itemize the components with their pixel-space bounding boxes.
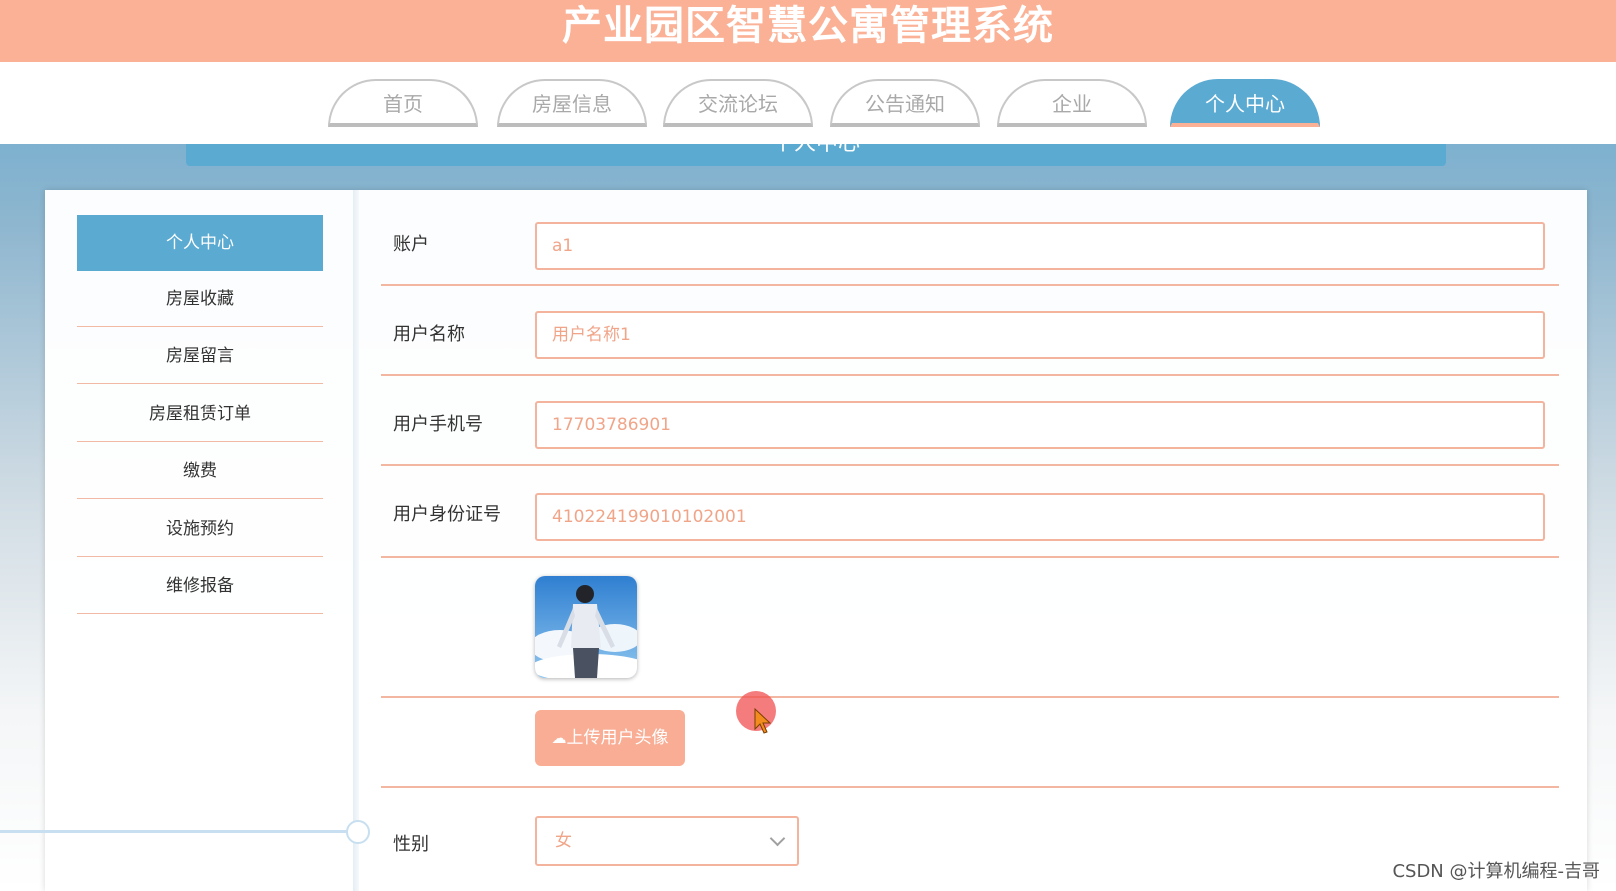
top-nav: 首页 房屋信息 交流论坛 公告通知 企业 个人中心 [0,62,1616,144]
sidebar-divider [353,190,359,891]
main-panel: 个人中心 房屋收藏 房屋留言 房屋租赁订单 缴费 设施预约 维修报备 账户 a1… [45,190,1587,891]
decorative-circle [346,820,370,844]
account-input[interactable]: a1 [535,222,1545,270]
form-row-upload: ☁上传用户头像 [381,698,1559,788]
id-card-label: 用户身份证号 [393,504,501,525]
upload-avatar-button[interactable]: ☁上传用户头像 [535,710,685,766]
sidebar-item-payment[interactable]: 缴费 [77,443,323,499]
nav-tab-personal-center[interactable]: 个人中心 [1170,79,1320,127]
sidebar-item-personal-center[interactable]: 个人中心 [77,215,323,271]
form-row-id-card: 用户身份证号 410224199010102001 [381,466,1559,558]
app-title: 产业园区智慧公寓管理系统 [562,3,1054,49]
sidebar-item-rental-orders[interactable]: 房屋租赁订单 [77,386,323,442]
app-title-bar: 产业园区智慧公寓管理系统 [0,0,1616,62]
mouse-cursor-icon [754,708,772,734]
sidebar: 个人中心 房屋收藏 房屋留言 房屋租赁订单 缴费 设施预约 维修报备 [45,190,353,891]
account-label: 账户 [393,234,429,255]
username-input[interactable]: 用户名称1 [535,311,1545,359]
nav-tab-enterprise[interactable]: 企业 [997,79,1147,127]
id-card-input[interactable]: 410224199010102001 [535,493,1545,541]
form-row-account: 账户 a1 [381,212,1559,286]
gender-select-value: 女 [555,831,572,851]
username-label: 用户名称 [393,324,465,345]
gender-label: 性别 [393,834,429,855]
sidebar-item-favorites[interactable]: 房屋收藏 [77,271,323,327]
page-header: 个人中心 [186,144,1446,166]
chevron-down-icon [769,830,786,847]
nav-tab-home[interactable]: 首页 [328,79,478,127]
nav-tab-notice[interactable]: 公告通知 [830,79,980,127]
form-row-phone: 用户手机号 17703786901 [381,376,1559,466]
avatar-image [535,576,637,678]
phone-label: 用户手机号 [393,414,483,435]
form-row-avatar [381,558,1559,698]
form-row-username: 用户名称 用户名称1 [381,286,1559,376]
nav-tab-forum[interactable]: 交流论坛 [663,79,813,127]
avatar-illustration [535,576,637,678]
sidebar-item-messages[interactable]: 房屋留言 [77,328,323,384]
page-header-title: 个人中心 [772,144,860,156]
decorative-line [0,830,350,833]
nav-tab-house-info[interactable]: 房屋信息 [497,79,647,127]
form-row-gender: 性别 女 [381,788,1559,891]
gender-select[interactable]: 女 [535,816,799,866]
watermark: CSDN @计算机编程-吉哥 [1392,861,1600,882]
sidebar-item-repair-report[interactable]: 维修报备 [77,558,323,614]
phone-input[interactable]: 17703786901 [535,401,1545,449]
sidebar-item-facility-booking[interactable]: 设施预约 [77,501,323,557]
cloud-upload-icon: ☁ [551,729,567,747]
upload-avatar-label: 上传用户头像 [566,728,669,748]
